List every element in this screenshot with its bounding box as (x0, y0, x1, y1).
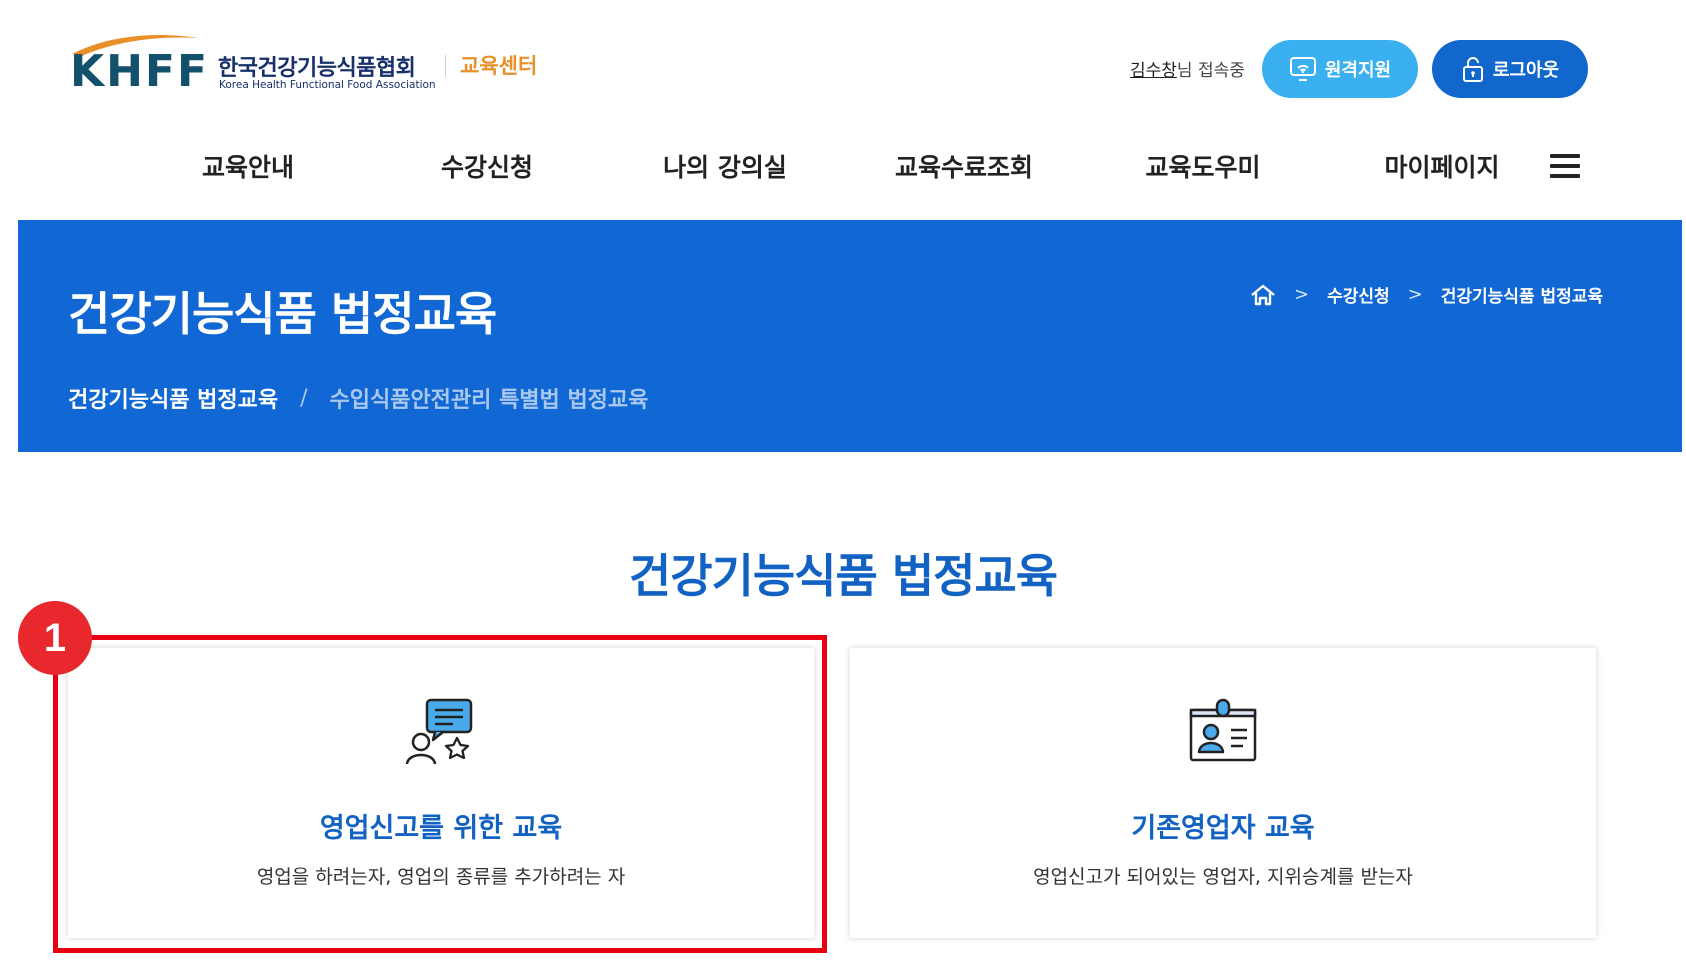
center-label: 교육센터 (460, 54, 538, 78)
nav-item-my-classroom[interactable]: 나의 강의실 (663, 148, 787, 184)
remote-support-button[interactable]: 원격지원 (1262, 40, 1418, 98)
remote-support-icon (1289, 57, 1316, 81)
site-logo[interactable]: KHFF 한국건강기능식품협회 Korea Health Functional … (70, 32, 570, 102)
user-status: 김수창님 접속중 (1130, 56, 1245, 81)
user-status-suffix: 님 접속중 (1176, 61, 1245, 81)
logout-label: 로그아웃 (1492, 60, 1560, 81)
org-name-en: Korea Health Functional Food Association (219, 79, 436, 91)
subtab-separator: / (300, 385, 308, 411)
nav-item-education-helper[interactable]: 교육도우미 (1145, 148, 1260, 184)
chevron-right-icon: > (1294, 284, 1310, 305)
chevron-right-icon: > (1407, 284, 1423, 305)
section-title: 건강기능식품 법정교육 (628, 549, 1058, 603)
nav-item-mypage[interactable]: 마이페이지 (1384, 148, 1499, 184)
nav-item-education-guide[interactable]: 교육안내 (202, 148, 294, 184)
nav-item-course-registration[interactable]: 수강신청 (441, 148, 533, 184)
subtab-import-food-education[interactable]: 수입식품안전관리 특별법 법정교육 (329, 382, 648, 414)
breadcrumb-item[interactable]: 수강신청 (1327, 282, 1390, 307)
user-name-link[interactable]: 김수창 (1130, 61, 1177, 81)
id-badge-icon (1189, 698, 1257, 762)
page-banner: 건강기능식품 법정교육 > 수강신청 > 건강기능식품 법정교육 건강기능식품 … (18, 220, 1682, 452)
home-icon[interactable] (1250, 284, 1276, 306)
education-card-existing-business[interactable]: 기존영업자 교육 영업신고가 되어있는 영업자, 지위승계를 받는자 (850, 648, 1596, 938)
subtab-health-food-education[interactable]: 건강기능식품 법정교육 (68, 382, 278, 414)
sub-tabs: 건강기능식품 법정교육 / 수입식품안전관리 특별법 법정교육 (68, 382, 648, 414)
step-highlight-box (53, 635, 827, 953)
hamburger-icon[interactable] (1550, 154, 1580, 178)
page-title: 건강기능식품 법정교육 (68, 287, 497, 341)
breadcrumb-item[interactable]: 건강기능식품 법정교육 (1441, 282, 1603, 307)
breadcrumb: > 수강신청 > 건강기능식품 법정교육 (1250, 282, 1603, 307)
remote-support-label: 원격지원 (1324, 60, 1392, 81)
logo-divider (445, 55, 446, 77)
step-number-badge: 1 (18, 601, 92, 675)
card-description: 영업신고가 되어있는 영업자, 지위승계를 받는자 (1033, 866, 1413, 888)
card-title: 기존영업자 교육 (1131, 813, 1315, 844)
logo-text: KHFF (70, 46, 210, 97)
nav-item-completion-lookup[interactable]: 교육수료조회 (895, 148, 1033, 184)
unlock-icon (1462, 57, 1483, 82)
logout-button[interactable]: 로그아웃 (1432, 40, 1588, 98)
org-name-ko: 한국건강기능식품협회 (218, 56, 416, 81)
main-nav: 교육안내 수강신청 나의 강의실 교육수료조회 교육도우미 마이페이지 (0, 148, 1686, 198)
